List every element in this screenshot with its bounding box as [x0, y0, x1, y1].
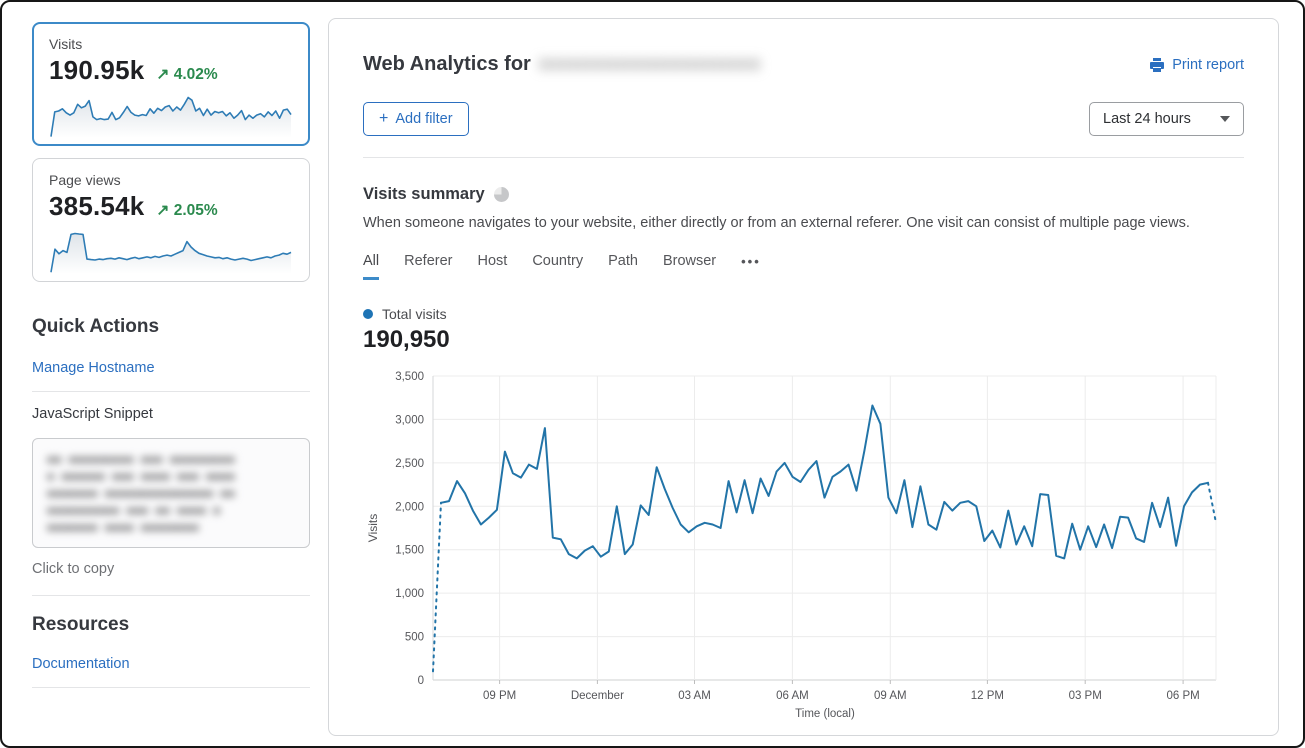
total-visits-legend-label: Total visits — [382, 306, 447, 322]
svg-text:06 PM: 06 PM — [1166, 690, 1199, 702]
divider — [32, 391, 310, 392]
chevron-down-icon — [1220, 116, 1230, 122]
trend-up-icon: ↗ — [156, 66, 169, 83]
app-window: Visits 190.95k ↗ 4.02% Page views 385.54… — [0, 0, 1305, 748]
redacted-domain: ●●●●●●●●●●●●●●●●● — [539, 53, 761, 76]
svg-text:03 PM: 03 PM — [1069, 690, 1102, 702]
resources-heading: Resources — [32, 614, 310, 636]
total-visits-legend-dot — [363, 309, 373, 319]
pie-chart-help-icon — [494, 187, 509, 202]
time-range-dropdown[interactable]: Last 24 hours — [1089, 102, 1244, 136]
divider — [32, 687, 310, 688]
svg-text:1,500: 1,500 — [395, 545, 424, 557]
svg-text:3,000: 3,000 — [395, 414, 424, 426]
metric-card-value: 190.95k — [49, 55, 144, 86]
metric-card-value: 385.54k — [49, 191, 144, 222]
svg-text:03 AM: 03 AM — [678, 690, 711, 702]
tab-country[interactable]: Country — [532, 253, 583, 280]
pageviews-sparkline — [49, 226, 293, 276]
click-to-copy-hint: Click to copy — [32, 561, 310, 577]
tab-referer[interactable]: Referer — [404, 253, 452, 280]
svg-text:09 AM: 09 AM — [874, 690, 907, 702]
manage-hostname-link[interactable]: Manage Hostname — [32, 360, 155, 376]
visits-sparkline — [49, 90, 293, 140]
javascript-snippet-code[interactable]: ●● ●●●●●●●●● ●●● ●●●●●●●●● ● ●●●●●● ●●● … — [32, 438, 310, 548]
svg-text:0: 0 — [418, 675, 424, 687]
divider — [32, 595, 310, 596]
plus-icon: + — [379, 113, 388, 125]
total-visits-value: 190,950 — [363, 326, 1244, 354]
svg-text:3,500: 3,500 — [395, 371, 424, 383]
svg-text:Time (local): Time (local) — [795, 708, 855, 720]
svg-text:2,000: 2,000 — [395, 501, 424, 513]
metric-card-pageviews[interactable]: Page views 385.54k ↗ 2.05% — [32, 158, 310, 282]
svg-text:12 PM: 12 PM — [971, 690, 1004, 702]
visits-summary-heading: Visits summary — [363, 185, 485, 204]
svg-text:06 AM: 06 AM — [776, 690, 809, 702]
javascript-snippet-label: JavaScript Snippet — [32, 406, 310, 422]
dimension-tabs: All Referer Host Country Path Browser ••… — [363, 253, 1244, 280]
svg-text:2,500: 2,500 — [395, 458, 424, 470]
quick-actions-heading: Quick Actions — [32, 316, 310, 338]
svg-text:500: 500 — [405, 632, 424, 644]
metric-card-delta: 4.02% — [174, 66, 218, 83]
tab-browser[interactable]: Browser — [663, 253, 716, 280]
svg-text:Visits: Visits — [366, 514, 380, 542]
tab-more[interactable]: ••• — [741, 254, 761, 280]
trend-up-icon: ↗ — [156, 202, 169, 219]
metric-card-label: Page views — [49, 172, 293, 188]
svg-text:09 PM: 09 PM — [483, 690, 516, 702]
metric-card-delta: 2.05% — [174, 202, 218, 219]
page-title: Web Analytics for ●●●●●●●●●●●●●●●●● — [363, 53, 761, 76]
visits-line-chart: 0 500 1,000 1,500 2,000 2,500 3,000 3,500 09 PM D… — [363, 368, 1244, 720]
documentation-link[interactable]: Documentation — [32, 656, 130, 672]
print-report-button[interactable]: Print report — [1149, 57, 1244, 73]
tab-path[interactable]: Path — [608, 253, 638, 280]
tab-all[interactable]: All — [363, 253, 379, 280]
printer-icon — [1149, 57, 1165, 73]
tab-host[interactable]: Host — [477, 253, 507, 280]
visits-summary-description: When someone navigates to your website, … — [363, 215, 1244, 231]
sidebar: Visits 190.95k ↗ 4.02% Page views 385.54… — [2, 2, 328, 746]
metric-card-visits[interactable]: Visits 190.95k ↗ 4.02% — [32, 22, 310, 146]
metric-card-label: Visits — [49, 36, 293, 52]
svg-text:1,000: 1,000 — [395, 588, 424, 600]
add-filter-button[interactable]: + Add filter — [363, 102, 469, 136]
svg-text:December: December — [571, 690, 624, 702]
main-panel: Web Analytics for ●●●●●●●●●●●●●●●●● Prin… — [328, 18, 1279, 736]
